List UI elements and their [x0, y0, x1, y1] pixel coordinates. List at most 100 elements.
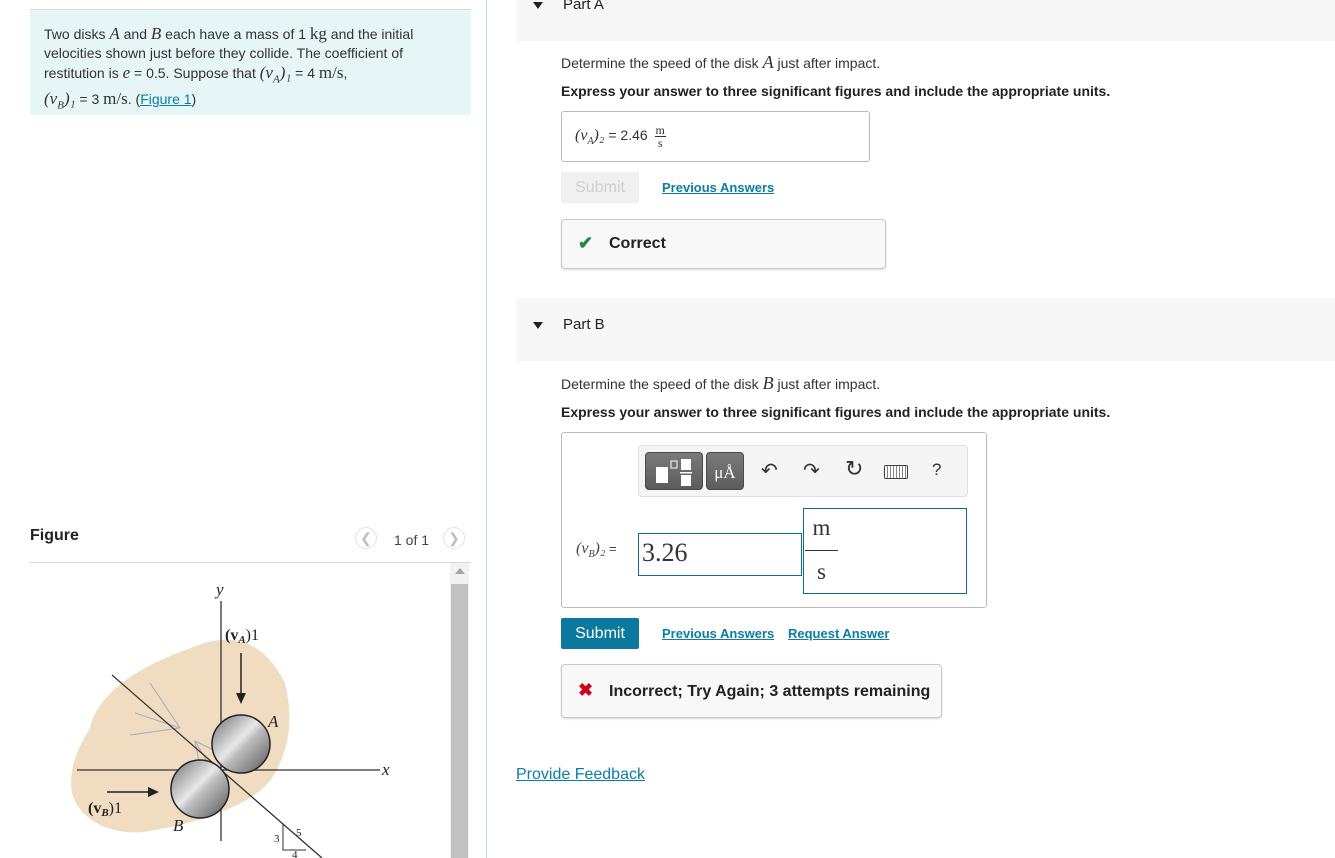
part-a-header[interactable]: Part A	[516, 0, 1335, 41]
part-b-instruction: Express your answer to three significant…	[561, 404, 1111, 420]
figure-next-button[interactable]: ❯	[443, 527, 465, 549]
answer-var-main: (v	[575, 127, 588, 145]
figure-prev-button[interactable]: ❮	[355, 527, 377, 549]
fraction-template-icon	[656, 459, 692, 486]
vb1-sub: B	[57, 99, 64, 112]
var-vb1: (vB)₁	[44, 89, 76, 111]
answer-var: (vB)₂	[576, 540, 606, 560]
scroll-up-arrow-icon[interactable]	[455, 568, 465, 574]
checkmark-icon: ✔	[578, 233, 594, 253]
va1-label: (v	[259, 63, 273, 82]
answer-var-main: (v	[576, 540, 589, 557]
var-va1: (vA)₁	[259, 63, 292, 85]
keyboard-icon[interactable]	[884, 465, 908, 479]
caret-down-icon	[533, 2, 543, 9]
units-icon: μÅ	[714, 463, 736, 482]
part-a-answer-display: (vA)₂ = 2.46 ms	[561, 111, 870, 162]
equals-sign: =	[604, 127, 621, 144]
var-e: e	[122, 63, 131, 82]
problem-text: = 0.5. Suppose that	[130, 65, 260, 81]
equals-sign: =	[605, 541, 617, 556]
figure-title: Figure	[30, 527, 79, 544]
figure-image: y x (vA)1 (vB)1 A B 3 4 5	[30, 563, 450, 858]
reset-icon[interactable]: ↻	[845, 456, 863, 482]
disk-a	[211, 714, 271, 774]
part-a-question: Determine the speed of the disk A just a…	[561, 52, 880, 73]
fraction-bar	[805, 550, 838, 551]
va-label-main: (v	[225, 627, 238, 644]
scrollbar-thumb[interactable]	[451, 584, 468, 858]
figure-counter: 1 of 1	[394, 532, 430, 548]
answer-var-tail: )₂	[594, 540, 606, 557]
question-text: Determine the speed of the disk	[561, 55, 763, 71]
problem-text: )	[191, 91, 197, 108]
problem-text: = 3	[75, 91, 104, 108]
part-b-header[interactable]: Part B	[516, 298, 1335, 361]
x-axis-label: x	[381, 760, 390, 779]
unit-ms: m/s	[103, 89, 128, 109]
part-b-answer-var: (vB)₂ =	[576, 540, 617, 560]
var-a: A	[109, 24, 120, 43]
answer-unit: ms	[654, 124, 666, 150]
part-b-submit-button[interactable]: Submit	[561, 618, 639, 649]
var-b: B	[150, 24, 162, 43]
va1-tail: )₁	[279, 63, 292, 82]
math-toolbar: μÅ ↶ ↷ ↻ ?	[638, 445, 968, 497]
pane-divider	[486, 0, 487, 858]
triangle-side-5: 5	[296, 827, 302, 839]
problem-text: Two disks	[44, 26, 110, 42]
units-button[interactable]: μÅ	[706, 452, 744, 490]
part-b-previous-answers-link[interactable]: Previous Answers	[662, 626, 774, 641]
part-b-answer-editor: μÅ ↶ ↷ ↻ ? (vB)₂ = 3.26 m s	[561, 432, 987, 608]
part-b-question: Determine the speed of the disk B just a…	[561, 373, 880, 394]
provide-feedback-link[interactable]: Provide Feedback	[516, 766, 645, 784]
undo-icon[interactable]: ↶	[761, 458, 778, 483]
question-text: just after impact.	[773, 55, 881, 71]
va-label: (vA)1	[225, 627, 259, 646]
answer-var: (vA)₂	[575, 127, 605, 147]
triangle-side-3: 3	[274, 833, 280, 845]
part-a-instruction: Express your answer to three significant…	[561, 83, 1111, 99]
vb-label-main: (v	[88, 800, 101, 817]
feedback-text: Incorrect; Try Again; 3 attempts remaini…	[609, 683, 931, 700]
va-label-sub: A	[237, 634, 245, 646]
problem-text: = 4	[291, 65, 319, 81]
part-a-previous-answers-link[interactable]: Previous Answers	[662, 180, 774, 195]
figure-scrollbar[interactable]	[450, 563, 469, 858]
problem-statement: Two disks A and B each have a mass of 1 …	[30, 9, 471, 115]
answer-value: 2.46	[620, 127, 648, 144]
caret-down-icon	[533, 322, 543, 329]
templates-button[interactable]	[645, 452, 703, 490]
problem-pane: Two disks A and B each have a mass of 1 …	[0, 0, 487, 858]
question-text: Determine the speed of the disk	[561, 376, 763, 392]
feedback-text: Correct	[609, 235, 666, 252]
vb-label-sub: B	[100, 807, 108, 819]
disk-a-label: A	[267, 712, 279, 731]
chevron-right-icon: ❯	[448, 530, 460, 546]
y-axis-label: y	[214, 580, 224, 599]
figure-link[interactable]: Figure 1	[140, 91, 191, 107]
problem-text: . (	[127, 91, 141, 108]
part-b-value-input[interactable]: 3.26	[638, 533, 802, 576]
answer-var-tail: )₂	[593, 127, 605, 145]
unit-ms: m/s	[318, 63, 344, 82]
disk-b	[170, 759, 230, 819]
question-text: just after impact.	[773, 376, 881, 392]
redo-icon[interactable]: ↷	[803, 458, 820, 483]
vb1-tail: )₁	[63, 89, 76, 109]
part-b-title: Part B	[563, 316, 605, 333]
slope-triangle	[282, 824, 306, 851]
part-b-request-answer-link[interactable]: Request Answer	[788, 626, 889, 641]
figure-header: Figure ❮ 1 of 1 ❯	[30, 524, 471, 563]
va-label-tail: )1	[246, 627, 259, 644]
chevron-left-icon: ❮	[360, 530, 372, 546]
unit-numerator: m	[812, 515, 831, 540]
problem-text: and	[119, 26, 151, 42]
unit-denominator: s	[657, 136, 663, 150]
part-b-unit-input[interactable]: m s	[803, 508, 967, 594]
part-a-feedback: ✔ Correct	[561, 219, 886, 269]
part-a-submit-button[interactable]: Submit	[561, 172, 639, 203]
help-icon[interactable]: ?	[932, 460, 941, 480]
problem-text: each have a mass of 1	[161, 26, 310, 42]
unit-denominator: s	[817, 559, 826, 584]
